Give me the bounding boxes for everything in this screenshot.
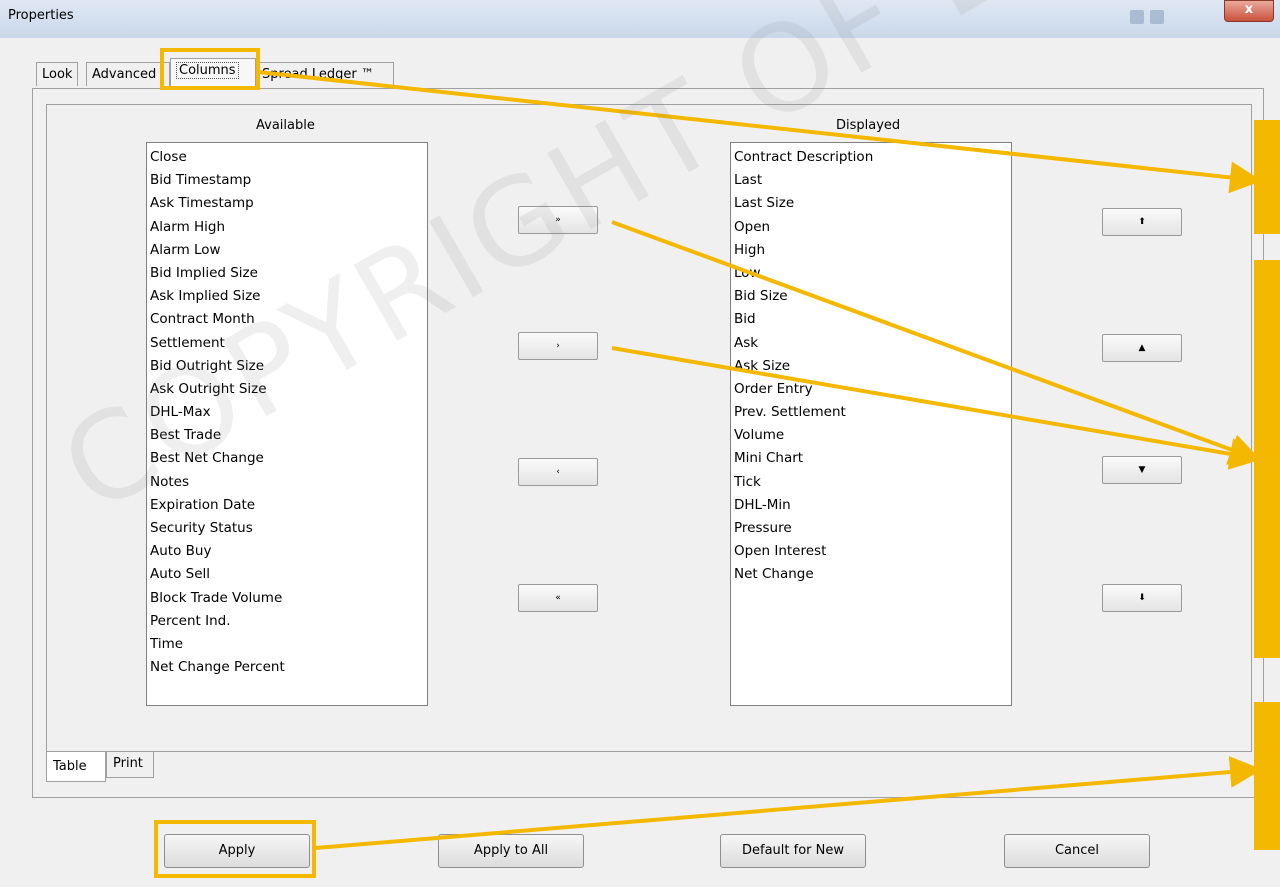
- annotation-arrows: [257, 70, 1262, 850]
- arrow-columns-tab: [257, 70, 1262, 194]
- arrow-apply: [315, 756, 1262, 850]
- arrow-add-all: [611, 220, 1262, 465]
- arrow-add: [611, 346, 1262, 470]
